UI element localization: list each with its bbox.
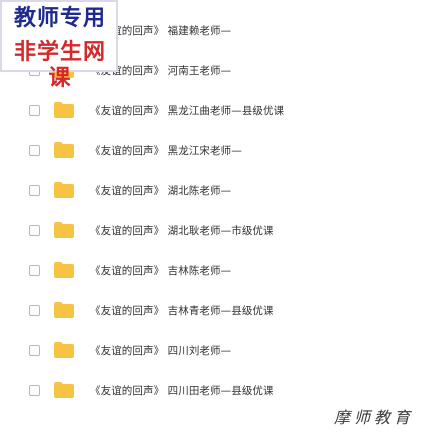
row-checkbox[interactable] bbox=[29, 344, 40, 356]
file-list-page: 《友谊的回声》 福建赖老师— 《友谊的回声》 河南王老师— 《友谊的回声》 黑龙… bbox=[0, 0, 440, 440]
file-row[interactable]: 《友谊的回声》 黑龙江曲老师—县级优课 bbox=[0, 95, 440, 125]
badge-title: 教师专用 bbox=[13, 6, 106, 31]
file-name[interactable]: 《友谊的回声》 黑龙江曲老师—县级优课 bbox=[90, 103, 284, 118]
row-checkbox[interactable] bbox=[29, 264, 40, 276]
folder-icon bbox=[54, 142, 74, 158]
file-name[interactable]: 《友谊的回声》 黑龙江宋老师— bbox=[90, 143, 242, 158]
row-checkbox[interactable] bbox=[29, 104, 40, 116]
file-name[interactable]: 《友谊的回声》 湖北陈老师— bbox=[90, 183, 231, 198]
row-checkbox[interactable] bbox=[29, 384, 40, 396]
file-row[interactable]: 《友谊的回声》 四川田老师—县级优课 bbox=[0, 375, 440, 405]
folder-icon bbox=[54, 262, 74, 278]
folder-icon bbox=[54, 102, 74, 118]
row-checkbox[interactable] bbox=[29, 304, 40, 316]
file-name[interactable]: 《友谊的回声》 四川刘老师— bbox=[90, 343, 231, 358]
folder-icon bbox=[54, 222, 74, 238]
row-checkbox[interactable] bbox=[29, 184, 40, 196]
folder-icon bbox=[54, 302, 74, 318]
teacher-only-badge: 教师专用 非学生网课 bbox=[0, 0, 118, 91]
file-row[interactable]: 《友谊的回声》 湖北陈老师— bbox=[0, 175, 440, 205]
badge-subtitle: 非学生网课 bbox=[13, 40, 106, 91]
watermark-text: 摩师教育 bbox=[333, 408, 414, 427]
file-row[interactable]: 《友谊的回声》 吉林青老师—县级优课 bbox=[0, 295, 440, 325]
file-name[interactable]: 《友谊的回声》 四川田老师—县级优课 bbox=[90, 383, 274, 398]
file-row[interactable]: 《友谊的回声》 吉林陈老师— bbox=[0, 255, 440, 285]
file-row[interactable]: 《友谊的回声》 湖北耿老师—市级优课 bbox=[0, 215, 440, 245]
file-row[interactable]: 《友谊的回声》 黑龙江宋老师— bbox=[0, 135, 440, 165]
file-row[interactable]: 《友谊的回声》 四川刘老师— bbox=[0, 335, 440, 365]
row-checkbox[interactable] bbox=[29, 224, 40, 236]
folder-icon bbox=[54, 382, 74, 398]
folder-icon bbox=[54, 342, 74, 358]
row-checkbox[interactable] bbox=[29, 144, 40, 156]
file-name[interactable]: 《友谊的回声》 湖北耿老师—市级优课 bbox=[90, 223, 274, 238]
file-name[interactable]: 《友谊的回声》 吉林陈老师— bbox=[90, 263, 231, 278]
file-name[interactable]: 《友谊的回声》 吉林青老师—县级优课 bbox=[90, 303, 274, 318]
folder-icon bbox=[54, 182, 74, 198]
